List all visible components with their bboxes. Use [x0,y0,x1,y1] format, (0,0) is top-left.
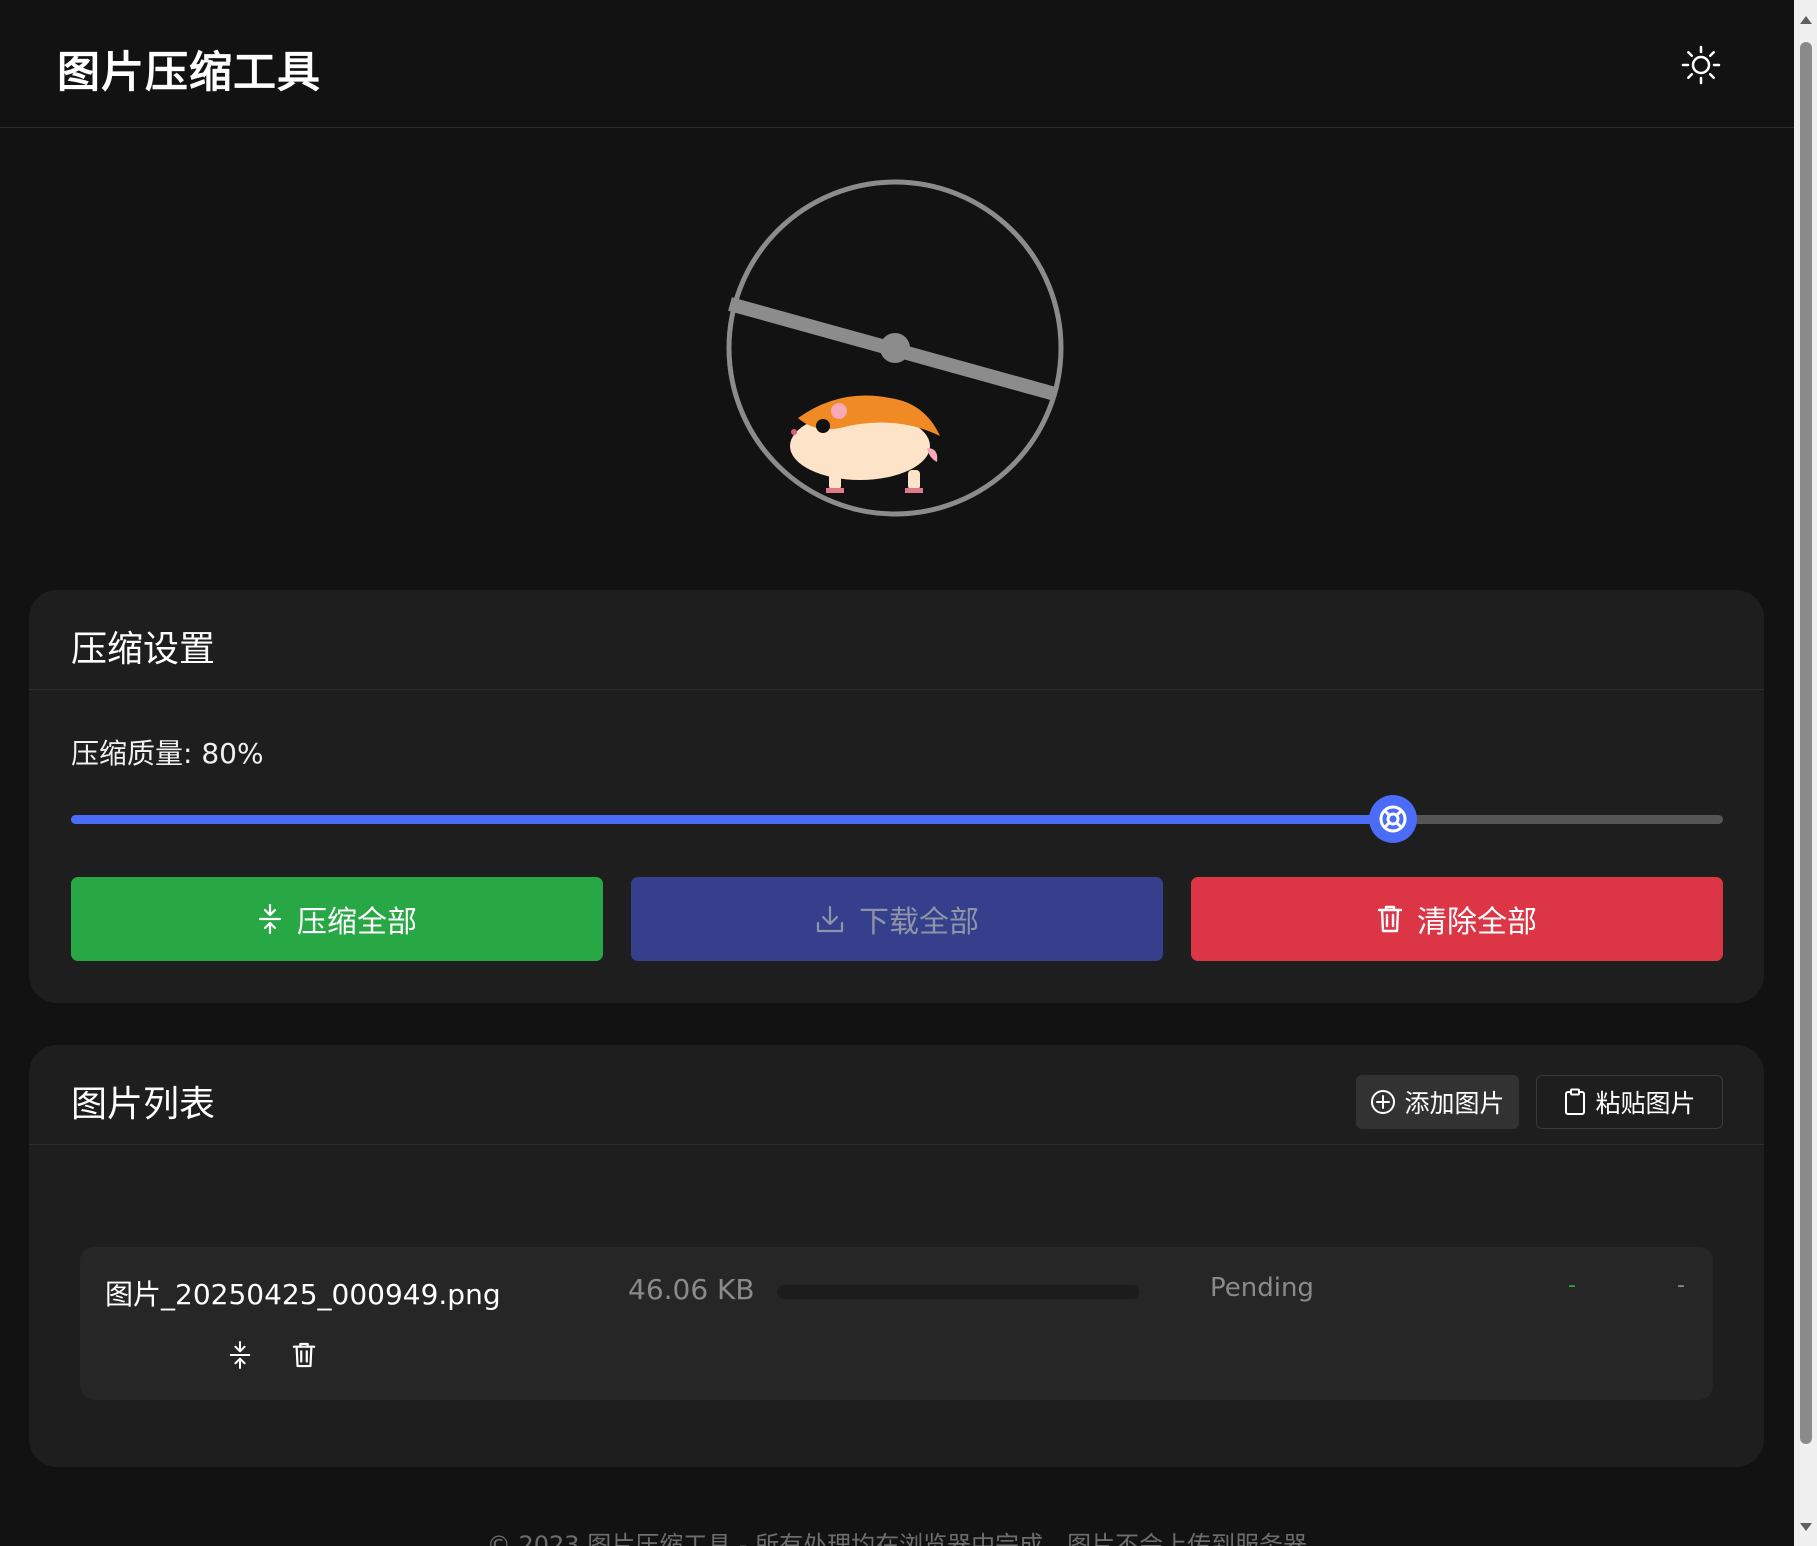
scroll-up-button[interactable] [1794,8,1817,31]
file-name: 图片_20250425_000949.png [105,1278,501,1311]
theme-toggle-button[interactable] [1680,44,1722,86]
compress-all-button[interactable]: 压缩全部 [71,877,603,961]
file-progress-bar [777,1285,1139,1299]
scrollbar-thumb[interactable] [1800,42,1812,1444]
plus-circle-icon [1371,1090,1396,1114]
compress-icon [229,1341,251,1369]
clear-all-label: 清除全部 [1417,905,1537,940]
trash-icon [292,1342,316,1368]
compress-all-label: 压缩全部 [297,905,417,940]
download-all-label: 下载全部 [859,905,979,940]
settings-card-header: 压缩设置 [29,590,1764,690]
file-size: 46.06 KB [628,1273,755,1306]
download-icon [816,905,844,933]
triangle-down-icon [1799,1522,1812,1531]
quality-slider[interactable] [71,795,1723,843]
compress-icon [258,903,282,935]
vertical-scrollbar[interactable] [1794,0,1817,1546]
compression-settings-card: 压缩设置 压缩质量: 80% 压缩全部 下载全部 清除全部 [29,590,1764,1003]
lifebuoy-icon [1379,805,1407,833]
app-title: 图片压缩工具 [57,48,321,98]
delete-item-button[interactable] [286,1337,322,1373]
header: 图片压缩工具 [0,0,1794,128]
paste-image-button[interactable]: 粘贴图片 [1536,1075,1723,1129]
scroll-down-button[interactable] [1794,1515,1817,1538]
quality-slider-thumb[interactable] [1368,795,1417,843]
settings-title: 压缩设置 [71,629,216,670]
image-list-card: 图片列表 添加图片 粘贴图片 图片_20250425_000949.png 46… [29,1045,1764,1467]
quality-slider-fill [71,815,1393,824]
compression-ratio: - [1677,1273,1685,1298]
add-image-button[interactable]: 添加图片 [1356,1075,1519,1129]
compressed-size: - [1568,1273,1576,1298]
image-list-item: 图片_20250425_000949.png 46.06 KB Pending … [80,1247,1713,1400]
app: 图片压缩工具 压缩设置 压缩质量: 80% 压缩全部 下载全部 清除全部 图片列… [0,0,1794,1546]
footer-text: © 2023 图片压缩工具 - 所有处理均在浏览器中完成，图片不会上传到服务器 [486,1531,1308,1546]
settings-button-row: 压缩全部 下载全部 清除全部 [71,877,1723,961]
sun-icon [1681,45,1721,85]
hamster-wheel-illustration [720,178,1070,528]
list-card-header: 图片列表 添加图片 粘贴图片 [29,1045,1764,1145]
trash-icon [1377,905,1403,933]
triangle-up-icon [1799,15,1812,24]
compress-item-button[interactable] [222,1337,258,1373]
quality-label: 压缩质量: 80% [71,737,264,770]
hamster-icon [790,395,940,493]
list-title: 图片列表 [71,1084,216,1125]
clipboard-icon [1565,1088,1586,1115]
download-all-button[interactable]: 下载全部 [631,877,1163,961]
file-status: Pending [1210,1273,1314,1303]
paste-image-label: 粘贴图片 [1595,1089,1696,1118]
clear-all-button[interactable]: 清除全部 [1191,877,1723,961]
add-image-label: 添加图片 [1404,1089,1505,1118]
